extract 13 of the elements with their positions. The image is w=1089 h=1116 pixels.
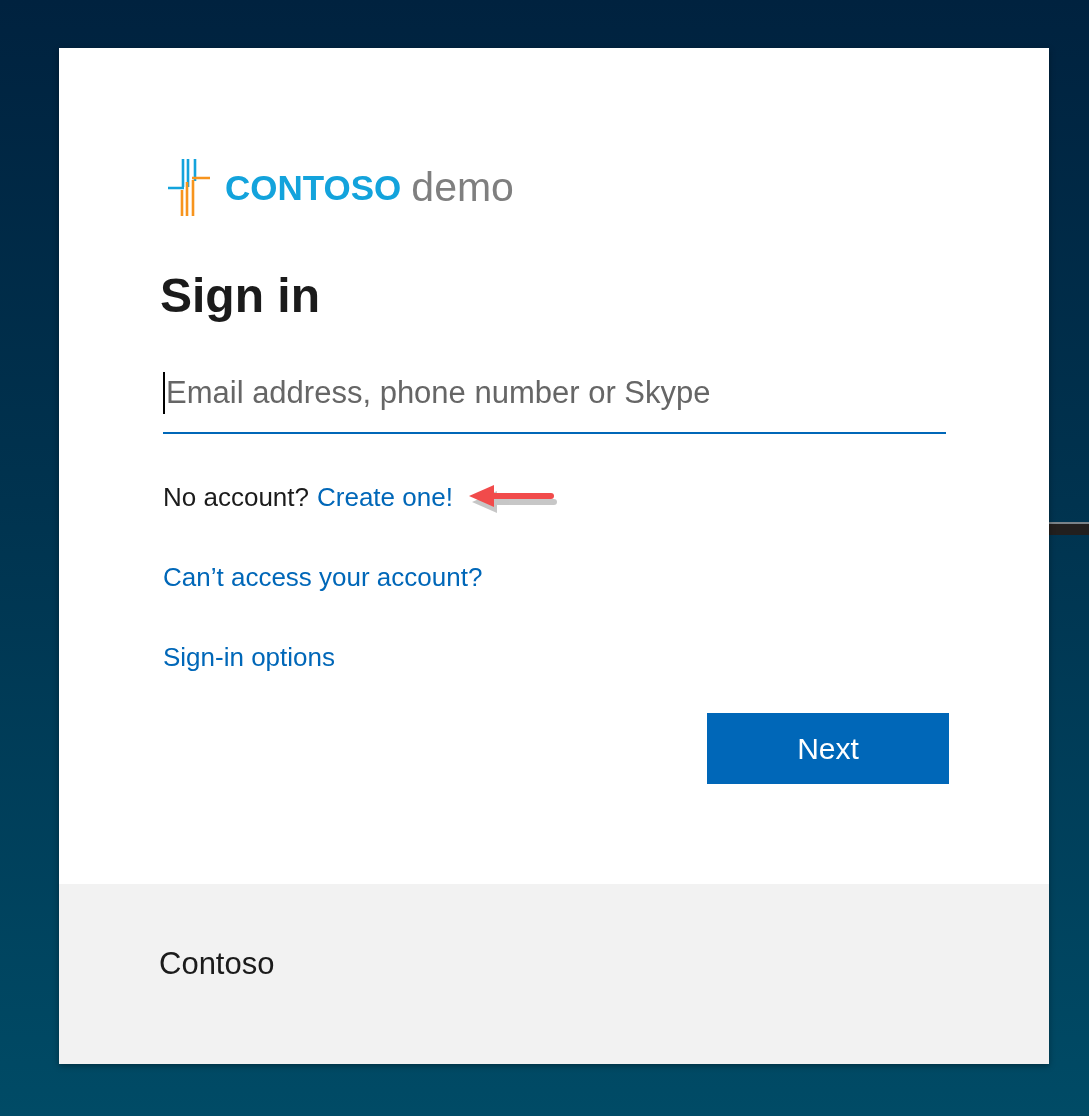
next-button[interactable]: Next: [707, 713, 949, 784]
background-bar: [1049, 522, 1089, 535]
sign-in-title: Sign in: [160, 268, 321, 324]
sign-in-options-link[interactable]: Sign-in options: [163, 640, 335, 675]
logo-wordmark: CONTOSO: [225, 169, 402, 205]
account-help-link[interactable]: Can’t access your account?: [163, 560, 483, 595]
text-cursor: [163, 372, 165, 414]
no-account-text: No account?: [163, 481, 309, 514]
create-account-link[interactable]: Create one!: [317, 480, 453, 515]
email-input-field[interactable]: Email address, phone number or Skype: [163, 372, 946, 434]
logo-suffix-text: demo: [411, 166, 514, 208]
footer-text: Contoso: [159, 946, 275, 981]
logo-icon: [168, 158, 210, 216]
